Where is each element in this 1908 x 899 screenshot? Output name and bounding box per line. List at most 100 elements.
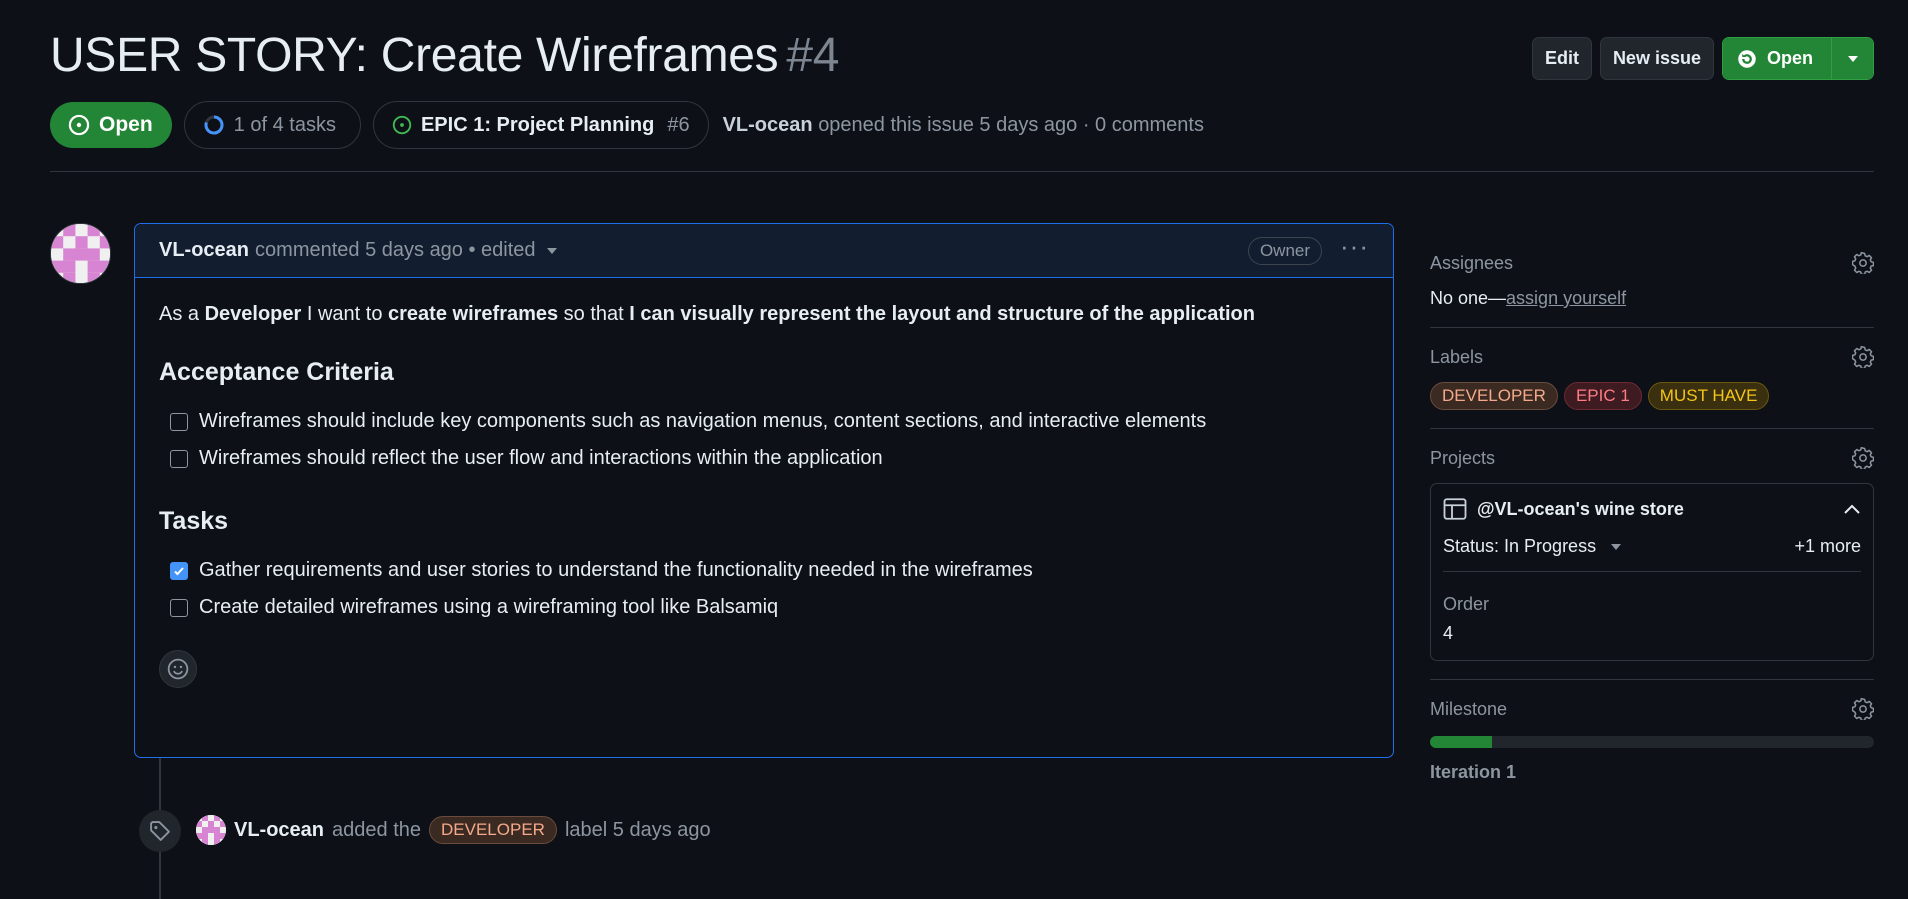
project-header: @VL-ocean's wine store xyxy=(1443,496,1861,522)
story-text: I want to xyxy=(301,303,389,325)
tasks-progress-pill[interactable]: 1 of 4 tasks xyxy=(183,101,361,149)
gear-icon[interactable] xyxy=(1852,447,1874,469)
labels-section: Labels DEVELOPER EPIC 1 MUST HAVE xyxy=(1430,328,1874,429)
issue-author-link[interactable]: VL-ocean xyxy=(723,114,813,136)
issue-title: USER STORY: Create Wireframes #4 xyxy=(50,28,839,83)
gear-icon[interactable] xyxy=(1852,252,1874,274)
acceptance-item-label: Wireframes should reflect the user flow … xyxy=(199,447,883,469)
labels-header: Labels xyxy=(1430,344,1874,370)
project-status-row: Status: In Progress +1 more xyxy=(1443,536,1861,572)
acceptance-checkbox[interactable] xyxy=(170,412,188,431)
projects-section: Projects @VL-ocean's wine store Status: … xyxy=(1430,429,1874,680)
comment-meta[interactable]: commented 5 days ago • edited xyxy=(255,239,536,262)
issue-comment: VL-ocean commented 5 days ago • edited O… xyxy=(134,223,1394,758)
acceptance-item-label: Wireframes should include key components… xyxy=(199,410,1207,432)
task-item-label: Gather requirements and user stories to … xyxy=(199,559,1033,581)
order-field-label: Order xyxy=(1443,594,1490,614)
issue-opened-icon xyxy=(68,114,90,136)
label-epic-1[interactable]: EPIC 1 xyxy=(1563,382,1642,410)
user-story-text: As a Developer I want to create wirefram… xyxy=(159,300,1369,328)
issue-title-text: USER STORY: Create Wireframes xyxy=(50,29,779,82)
label-must-have[interactable]: MUST HAVE xyxy=(1647,382,1770,410)
assignees-header: Assignees xyxy=(1430,250,1874,276)
comment-body: As a Developer I want to create wirefram… xyxy=(135,278,1393,710)
triangle-down-icon xyxy=(1847,55,1858,62)
parent-issue-number: #6 xyxy=(667,113,690,136)
acceptance-item: Wireframes should reflect the user flow … xyxy=(159,440,1369,477)
project-card: @VL-ocean's wine store Status: In Progre… xyxy=(1430,483,1874,661)
table-icon xyxy=(1443,498,1467,520)
assignees-none: No one— xyxy=(1430,288,1507,308)
timeline-suffix: label 5 days ago xyxy=(564,818,711,841)
header-divider xyxy=(50,171,1874,172)
add-reaction-button[interactable] xyxy=(159,650,197,688)
issue-meta-row: Open 1 of 4 tasks EPIC 1: Project Planni… xyxy=(50,100,1204,150)
order-field-value[interactable]: 4 xyxy=(1443,623,1861,644)
check-icon xyxy=(174,566,184,575)
milestone-title: Milestone xyxy=(1430,698,1508,719)
labels-list: DEVELOPER EPIC 1 MUST HAVE xyxy=(1430,382,1874,410)
timeline-event: VL-ocean added the DEVELOPER label 5 day… xyxy=(196,815,711,845)
story-role: Developer xyxy=(204,303,302,325)
parent-issue-pill[interactable]: EPIC 1: Project Planning #6 xyxy=(372,101,709,149)
comment-header: VL-ocean commented 5 days ago • edited O… xyxy=(135,224,1393,278)
label-developer[interactable]: DEVELOPER xyxy=(429,816,557,844)
acceptance-checkbox[interactable] xyxy=(170,449,188,468)
assignees-section: Assignees No one—assign yourself xyxy=(1430,234,1874,328)
tasks-summary: 1 of 4 tasks xyxy=(233,113,336,136)
reopen-state-button[interactable]: Open xyxy=(1722,38,1831,79)
parent-issue-title: EPIC 1: Project Planning xyxy=(420,113,655,136)
issue-number: #4 xyxy=(786,29,840,82)
milestone-name-link[interactable]: Iteration 1 xyxy=(1430,762,1874,783)
projects-header: Projects xyxy=(1430,445,1874,471)
chevron-up-icon[interactable] xyxy=(1843,503,1861,515)
issue-state-button-group: Open xyxy=(1721,37,1874,80)
header-actions: Edit New issue Open xyxy=(1531,37,1874,80)
milestone-progress-bar xyxy=(1430,736,1874,748)
more-fields-link[interactable]: +1 more xyxy=(1794,536,1861,557)
task-checkbox[interactable] xyxy=(170,598,188,617)
issue-opened-meta: VL-ocean opened this issue 5 days ago · … xyxy=(723,114,1204,137)
triangle-down-icon[interactable] xyxy=(1610,543,1622,551)
task-item: Gather requirements and user stories to … xyxy=(159,552,1369,589)
project-name-link[interactable]: @VL-ocean's wine store xyxy=(1477,499,1684,520)
timeline-action: added the xyxy=(332,818,422,841)
gear-icon[interactable] xyxy=(1852,346,1874,368)
state-dropdown-button[interactable] xyxy=(1831,38,1873,79)
tasks-heading: Tasks xyxy=(159,507,229,535)
issue-state-text: Open xyxy=(99,113,153,136)
task-item: Create detailed wireframes using a wiref… xyxy=(159,589,1369,626)
label-developer[interactable]: DEVELOPER xyxy=(1430,382,1558,410)
story-text: As a xyxy=(159,303,205,325)
new-issue-button[interactable]: New issue xyxy=(1599,37,1714,80)
story-benefit: I can visually represent the layout and … xyxy=(629,303,1255,325)
edit-button[interactable]: Edit xyxy=(1531,37,1592,80)
assignees-value: No one—assign yourself xyxy=(1430,288,1874,309)
milestone-header: Milestone xyxy=(1430,696,1874,722)
acceptance-criteria-heading: Acceptance Criteria xyxy=(159,358,394,386)
task-checkbox-checked[interactable] xyxy=(170,561,188,580)
milestone-progress-fill xyxy=(1430,736,1493,748)
progress-ring-icon xyxy=(204,115,224,135)
avatar[interactable] xyxy=(50,223,111,284)
kebab-menu-icon[interactable]: ··· xyxy=(1340,233,1369,259)
smiley-icon xyxy=(167,658,189,680)
issue-state-badge: Open xyxy=(50,102,172,148)
comment-author[interactable]: VL-ocean xyxy=(159,239,249,262)
labels-title: Labels xyxy=(1430,346,1484,367)
task-item-label: Create detailed wireframes using a wiref… xyxy=(199,596,779,618)
identicon-avatar-icon xyxy=(196,815,226,845)
story-text: so that xyxy=(558,303,630,325)
avatar[interactable] xyxy=(196,815,226,845)
assign-yourself-link[interactable]: assign yourself xyxy=(1506,288,1626,308)
open-button-label: Open xyxy=(1766,48,1813,68)
triangle-down-icon[interactable] xyxy=(546,247,558,255)
timeline-actor[interactable]: VL-ocean xyxy=(234,819,324,842)
issue-opened-text: opened this issue 5 days ago · 0 comment… xyxy=(818,113,1204,136)
milestone-section: Milestone Iteration 1 xyxy=(1430,680,1874,801)
story-goal: create wireframes xyxy=(388,303,559,325)
acceptance-item: Wireframes should include key components… xyxy=(159,403,1369,440)
project-status-select[interactable]: Status: In Progress xyxy=(1443,536,1596,557)
gear-icon[interactable] xyxy=(1852,698,1874,720)
issue-opened-icon xyxy=(392,115,412,135)
